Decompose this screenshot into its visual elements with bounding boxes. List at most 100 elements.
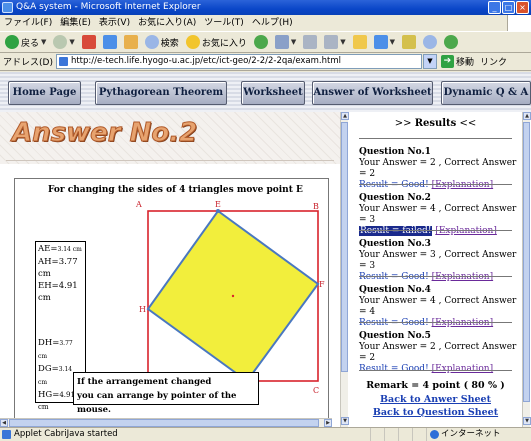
print-icon (303, 35, 318, 49)
title-bar: Q&A system - Microsoft Internet Explorer… (0, 0, 531, 15)
vertex-label-e: E (215, 200, 221, 209)
explanation-link-3[interactable]: [Explanation] (432, 272, 494, 282)
status-text: Applet CabriJava started (0, 428, 370, 441)
back-button[interactable]: 戻る ▼ (3, 33, 48, 51)
discuss-icon (423, 35, 437, 49)
research-icon (373, 35, 388, 49)
menu-favorites[interactable]: お気に入り(A) (138, 15, 196, 31)
history-button[interactable] (252, 33, 270, 51)
vertex-label-a: A (135, 200, 142, 209)
favorites-button[interactable]: お気に入り (184, 33, 249, 51)
left-vscroll-thumb[interactable] (341, 122, 348, 372)
left-hscrollbar[interactable]: ◀ ▶ (0, 418, 332, 427)
toolbar: 戻る ▼ ▼ 検索 お気に入り ▼ ▼ ▼ (0, 31, 531, 53)
address-dropdown[interactable]: ▼ (422, 54, 437, 69)
refresh-button[interactable] (101, 33, 119, 51)
home-button[interactable] (122, 33, 140, 51)
measure-dh: DH=3.77 cm (38, 338, 73, 360)
point-e-handle[interactable] (216, 209, 220, 213)
messenger-button[interactable] (400, 33, 418, 51)
result-1: Result = Good! (359, 180, 429, 190)
explanation-link-5[interactable]: [Explanation] (432, 364, 494, 374)
results-title: >> Results << (394, 118, 477, 129)
scroll-down-icon[interactable]: ▼ (523, 417, 531, 425)
close-button[interactable]: × (516, 1, 529, 14)
nav-home-page[interactable]: Home Page (8, 81, 81, 105)
scroll-right-icon[interactable]: ▶ (324, 419, 332, 427)
vertex-label-c: C (313, 386, 319, 395)
research-button[interactable]: ▼ (372, 33, 397, 51)
right-vscroll-thumb[interactable] (523, 122, 530, 402)
page-content: Home Page Pythagorean Theorem Worksheet … (0, 72, 531, 427)
refresh-icon (102, 35, 117, 49)
address-url: http://e-tech.life.hyogo-u.ac.jp/etc/ict… (70, 56, 341, 66)
people-button[interactable] (442, 33, 460, 51)
home-icon (123, 35, 138, 49)
globe-icon (430, 430, 439, 439)
remark-score: Remark = 4 point ( 80 % ) (366, 380, 505, 391)
mail-icon (274, 35, 289, 49)
scroll-left-icon[interactable]: ◀ (0, 419, 8, 427)
result-5: Result = Good! (359, 364, 429, 374)
edit-icon (324, 35, 339, 49)
history-icon (253, 35, 268, 49)
minimize-button[interactable]: _ (488, 1, 501, 14)
right-vscrollbar[interactable]: ▲ ▼ (522, 112, 531, 427)
back-to-answer-sheet-link[interactable]: Back to Anwer Sheet (349, 394, 522, 405)
arrangement-note: If the arrangement changed you can arran… (73, 372, 259, 415)
discuss-button[interactable] (421, 33, 439, 51)
left-vscrollbar[interactable]: ▲ ▼ (340, 112, 349, 427)
windows-flag-icon (507, 15, 531, 31)
question-5: Question No.5 Your Answer = 2 , Correct … (359, 331, 517, 374)
left-hscroll-thumb[interactable] (9, 419, 319, 427)
folder-icon (352, 35, 367, 49)
page-icon (2, 430, 11, 439)
center-point (231, 294, 235, 298)
edit-button[interactable]: ▼ (322, 33, 347, 51)
mail-button[interactable]: ▼ (273, 33, 298, 51)
status-bar: Applet CabriJava started インターネット (0, 427, 531, 441)
result-2: Result = failed! (359, 226, 433, 236)
forward-arrow-icon (53, 35, 68, 49)
measure-eh: EH=4.91 cm (38, 281, 78, 303)
nav-answer-of-worksheet[interactable]: Answer of Worksheet (312, 81, 433, 105)
go-button[interactable]: ➔ 移動 (440, 55, 474, 68)
folder-button[interactable] (351, 33, 369, 51)
back-to-question-sheet-link[interactable]: Back to Question Sheet (349, 407, 522, 418)
back-arrow-icon (5, 35, 19, 49)
messenger-icon (402, 35, 416, 49)
stop-button[interactable] (80, 33, 98, 51)
explanation-link-4[interactable]: [Explanation] (432, 318, 494, 328)
nav-dynamic-qa[interactable]: Dynamic Q & A (441, 81, 531, 105)
links-button[interactable]: リンク (480, 55, 507, 68)
cabri-applet[interactable]: For changing the sides of 4 triangles mo… (14, 178, 329, 427)
nav-worksheet[interactable]: Worksheet (241, 81, 305, 105)
explanation-link-2[interactable]: [Explanation] (435, 226, 497, 236)
measure-ah: AH=3.77 cm (38, 257, 78, 279)
answer-frame: Answer No.2 For changing the sides of 4 … (0, 112, 340, 427)
results-divider (359, 138, 512, 139)
menu-file[interactable]: ファイル(F) (4, 15, 52, 31)
menu-tools[interactable]: ツール(T) (204, 15, 244, 31)
print-button[interactable] (301, 33, 319, 51)
menu-edit[interactable]: 編集(E) (60, 15, 91, 31)
forward-button[interactable]: ▼ (51, 33, 76, 51)
menu-bar: ファイル(F) 編集(E) 表示(V) お気に入り(A) ツール(T) ヘルプ(… (0, 15, 531, 31)
result-4: Result = Good! (359, 318, 429, 328)
search-icon (144, 35, 159, 49)
search-button[interactable]: 検索 (143, 33, 181, 51)
ie-icon (2, 2, 13, 13)
vertex-label-f: F (319, 280, 325, 289)
address-bar: アドレス(D) http://e-tech.life.hyogo-u.ac.jp… (0, 53, 531, 71)
security-zone: インターネット (426, 428, 531, 441)
scroll-up-icon[interactable]: ▲ (341, 112, 349, 120)
menu-help[interactable]: ヘルプ(H) (252, 15, 293, 31)
scroll-down-icon[interactable]: ▼ (341, 417, 349, 425)
page-icon (58, 57, 68, 66)
maximize-button[interactable]: □ (502, 1, 515, 14)
nav-pythagorean-theorem[interactable]: Pythagorean Theorem (95, 81, 227, 105)
address-input[interactable]: http://e-tech.life.hyogo-u.ac.jp/etc/ict… (55, 54, 422, 69)
explanation-link-1[interactable]: [Explanation] (432, 180, 494, 190)
scroll-up-icon[interactable]: ▲ (523, 112, 531, 120)
menu-view[interactable]: 表示(V) (99, 15, 130, 31)
